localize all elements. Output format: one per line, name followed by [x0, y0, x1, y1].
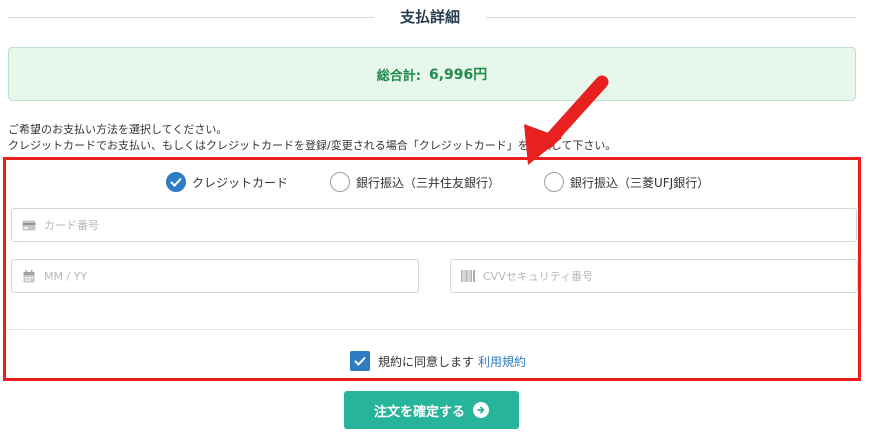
payment-method-label: 銀行振込（三井住友銀行）: [356, 175, 501, 190]
total-label: 総合計:: [376, 68, 421, 84]
payment-method-smbc[interactable]: 銀行振込（三井住友銀行）: [330, 170, 500, 194]
payment-instructions: ご希望のお支払い方法を選択してください。 クレジットカードでお支払い、もしくはク…: [8, 122, 868, 154]
cvv-field[interactable]: [450, 259, 858, 293]
credit-card-icon: [22, 218, 36, 232]
total-box: 総合計: 6,996円: [8, 47, 856, 101]
barcode-icon: [461, 269, 475, 283]
payment-method-credit-card[interactable]: クレジットカード: [166, 170, 288, 194]
terms-checkbox[interactable]: [350, 351, 370, 371]
page-title: 支払詳細: [399, 8, 460, 26]
radio-checked-icon[interactable]: [166, 172, 186, 192]
confirm-order-button[interactable]: 注文を確定する: [344, 391, 519, 429]
calendar-icon: [22, 269, 36, 283]
divider-left: [8, 17, 374, 18]
card-number-input[interactable]: [44, 211, 856, 239]
terms-link[interactable]: 利用規約: [478, 353, 526, 370]
instruction-line-1: ご希望のお支払い方法を選択してください。: [8, 123, 228, 136]
terms-agreement: 規約に同意します 利用規約: [350, 350, 526, 372]
card-number-field[interactable]: [11, 208, 857, 242]
cvv-input[interactable]: [483, 262, 857, 290]
expiry-input[interactable]: [44, 262, 418, 290]
expiry-field[interactable]: [11, 259, 419, 293]
divider-right: [486, 17, 856, 18]
payment-method-label: クレジットカード: [192, 175, 289, 190]
payment-panel: クレジットカード 銀行振込（三井住友銀行） 銀行振込（三菱UFJ銀行） カード番…: [3, 157, 861, 381]
section-header: 支払詳細: [8, 6, 856, 30]
payment-method-label: 銀行振込（三菱UFJ銀行）: [570, 175, 710, 190]
confirm-order-label: 注文を確定する: [373, 404, 465, 420]
radio-unchecked-icon[interactable]: [330, 172, 350, 192]
radio-unchecked-icon[interactable]: [544, 172, 564, 192]
panel-divider: [6, 329, 858, 330]
arrow-right-circle-icon: [473, 402, 489, 418]
instruction-line-2: クレジットカードでお支払い、もしくはクレジットカードを登録/変更される場合「クレ…: [8, 139, 617, 152]
payment-method-mufg[interactable]: 銀行振込（三菱UFJ銀行）: [544, 170, 709, 194]
terms-label: 規約に同意します: [378, 354, 475, 369]
payment-method-group: クレジットカード 銀行振込（三井住友銀行） 銀行振込（三菱UFJ銀行）: [6, 170, 858, 196]
total-amount: 6,996円: [428, 67, 488, 83]
